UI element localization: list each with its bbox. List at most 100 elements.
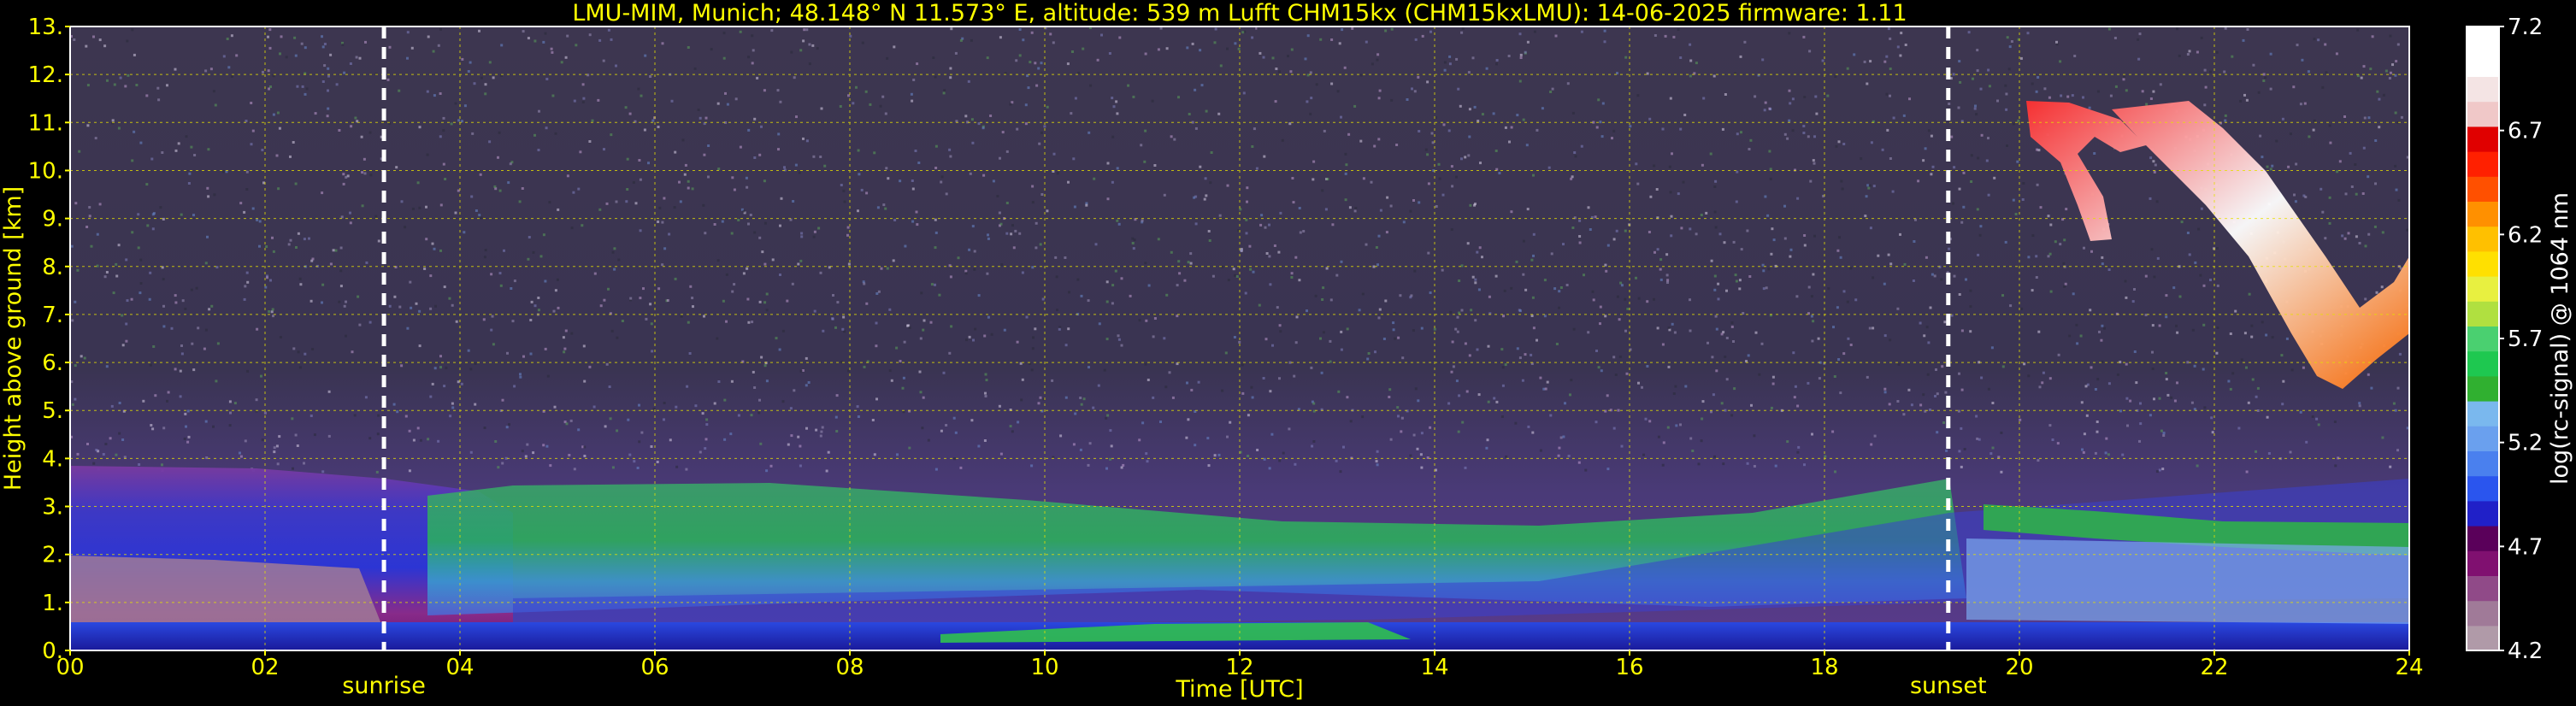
noise-speck bbox=[2307, 70, 2310, 74]
noise-speck bbox=[2139, 402, 2142, 405]
noise-speck bbox=[2124, 279, 2127, 283]
noise-speck bbox=[404, 226, 407, 229]
noise-speck bbox=[1812, 159, 1815, 162]
noise-speck bbox=[350, 125, 353, 128]
noise-speck bbox=[149, 363, 152, 367]
noise-speck bbox=[298, 277, 302, 280]
noise-speck bbox=[1088, 366, 1090, 369]
noise-speck bbox=[2209, 279, 2212, 281]
noise-speck bbox=[1187, 261, 1190, 264]
noise-speck bbox=[1868, 184, 1872, 187]
noise-speck bbox=[2287, 165, 2290, 168]
noise-speck bbox=[2349, 151, 2352, 155]
noise-speck bbox=[1749, 138, 1753, 142]
noise-speck bbox=[2304, 196, 2308, 198]
noise-speck bbox=[2325, 71, 2328, 74]
noise-speck bbox=[751, 62, 754, 65]
noise-speck bbox=[1106, 197, 1110, 201]
noise-speck bbox=[1469, 203, 1472, 207]
noise-speck bbox=[1524, 353, 1527, 356]
noise-speck bbox=[573, 99, 576, 103]
noise-speck bbox=[1670, 215, 1673, 218]
noise-speck bbox=[1138, 438, 1141, 442]
noise-speck bbox=[1417, 399, 1420, 403]
y-tick-label: 8. bbox=[42, 255, 63, 280]
noise-speck bbox=[1412, 433, 1416, 437]
noise-speck bbox=[1933, 274, 1936, 278]
noise-speck bbox=[903, 340, 906, 344]
noise-speck bbox=[1595, 350, 1598, 352]
noise-speck bbox=[513, 279, 516, 283]
noise-speck bbox=[621, 320, 624, 322]
noise-speck bbox=[1527, 425, 1530, 428]
noise-speck bbox=[1562, 243, 1565, 246]
noise-speck bbox=[1721, 127, 1724, 131]
noise-speck bbox=[1834, 75, 1837, 79]
noise-speck bbox=[582, 97, 586, 100]
noise-speck bbox=[139, 258, 143, 262]
noise-speck bbox=[1931, 165, 1935, 168]
noise-speck bbox=[1177, 96, 1180, 99]
noise-speck bbox=[896, 453, 899, 456]
noise-speck bbox=[439, 203, 443, 207]
noise-speck bbox=[2188, 253, 2191, 256]
noise-speck bbox=[705, 418, 709, 421]
noise-speck bbox=[673, 206, 676, 209]
noise-speck bbox=[1839, 256, 1842, 259]
noise-speck bbox=[2224, 114, 2227, 117]
noise-speck bbox=[483, 427, 486, 429]
noise-speck bbox=[1487, 344, 1490, 348]
noise-speck bbox=[450, 122, 453, 126]
noise-speck bbox=[1290, 48, 1294, 51]
noise-speck bbox=[1747, 354, 1750, 357]
noise-speck bbox=[1219, 64, 1223, 68]
noise-speck bbox=[406, 56, 409, 60]
noise-speck bbox=[942, 371, 946, 374]
noise-speck bbox=[847, 262, 851, 266]
noise-speck bbox=[1768, 107, 1771, 110]
noise-speck bbox=[1518, 32, 1522, 36]
noise-speck bbox=[364, 40, 367, 44]
noise-speck bbox=[1700, 439, 1703, 443]
noise-speck bbox=[823, 164, 827, 168]
noise-speck bbox=[1465, 390, 1469, 393]
noise-speck bbox=[747, 128, 751, 132]
noise-speck bbox=[159, 206, 162, 209]
noise-speck bbox=[1010, 232, 1013, 236]
noise-speck bbox=[305, 87, 309, 91]
noise-speck bbox=[1543, 279, 1547, 282]
noise-speck bbox=[1606, 244, 1610, 247]
noise-speck bbox=[1017, 421, 1020, 424]
noise-speck bbox=[1111, 302, 1114, 305]
noise-speck bbox=[532, 451, 535, 455]
noise-speck bbox=[474, 403, 477, 406]
noise-speck bbox=[819, 434, 822, 438]
noise-speck bbox=[1262, 56, 1265, 59]
noise-speck bbox=[1732, 240, 1736, 244]
noise-speck bbox=[1041, 297, 1045, 301]
noise-speck bbox=[973, 250, 976, 253]
noise-speck bbox=[1290, 276, 1294, 279]
noise-speck bbox=[2094, 451, 2097, 455]
noise-speck bbox=[411, 207, 415, 210]
noise-speck bbox=[753, 386, 757, 389]
noise-speck bbox=[1294, 462, 1297, 466]
noise-speck bbox=[2161, 468, 2165, 471]
noise-speck bbox=[583, 445, 587, 449]
noise-speck bbox=[1624, 56, 1628, 59]
noise-speck bbox=[103, 275, 107, 279]
noise-speck bbox=[2001, 294, 2004, 297]
noise-speck bbox=[2141, 90, 2144, 93]
noise-speck bbox=[1803, 234, 1807, 237]
noise-speck bbox=[1695, 62, 1698, 65]
noise-speck bbox=[2006, 36, 2009, 39]
noise-speck bbox=[297, 350, 300, 354]
noise-speck bbox=[2100, 338, 2103, 342]
noise-speck bbox=[349, 211, 351, 215]
noise-speck bbox=[2153, 170, 2156, 174]
noise-speck bbox=[368, 437, 372, 440]
noise-speck bbox=[206, 186, 209, 190]
noise-speck bbox=[1522, 239, 1525, 243]
noise-speck bbox=[921, 427, 924, 430]
noise-speck bbox=[1841, 187, 1844, 191]
